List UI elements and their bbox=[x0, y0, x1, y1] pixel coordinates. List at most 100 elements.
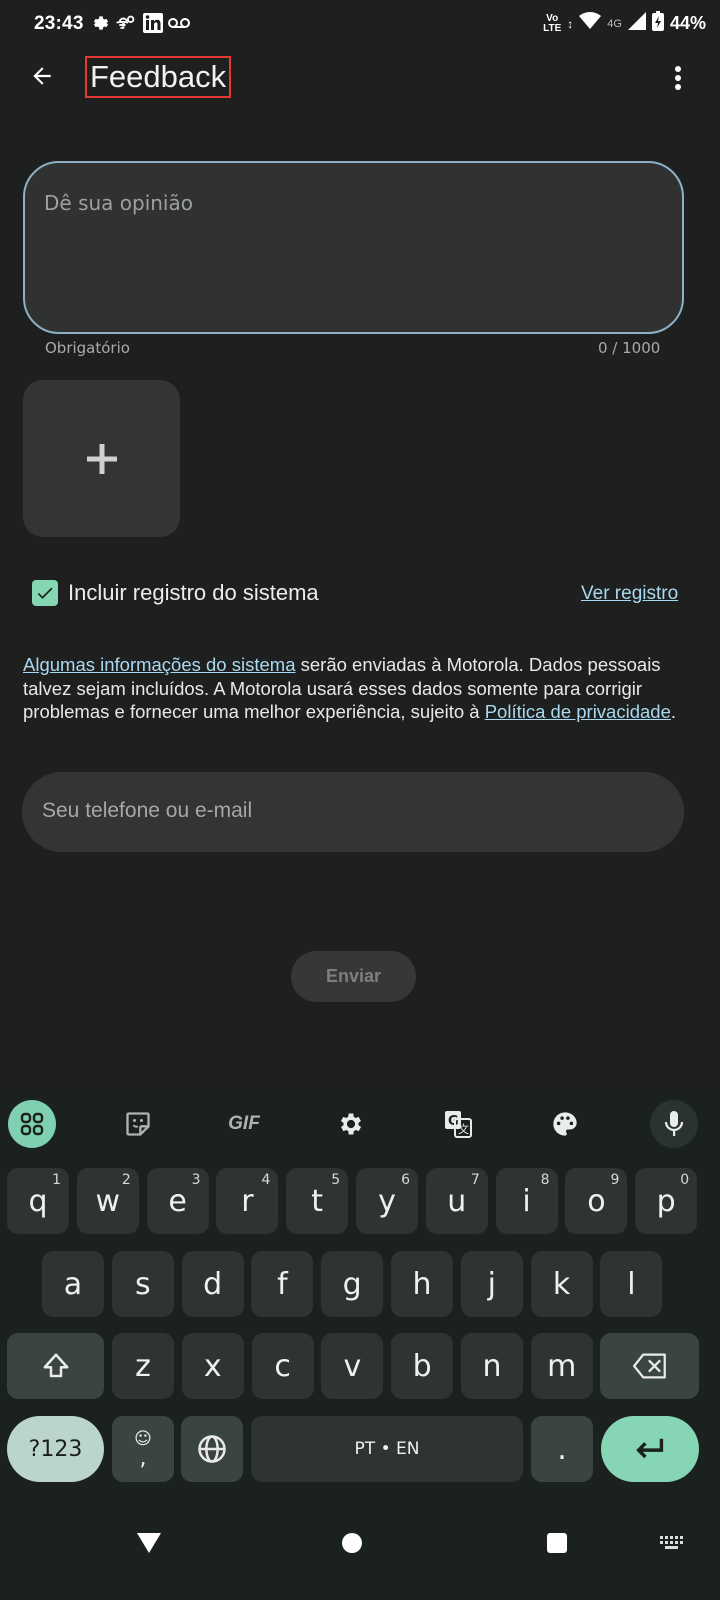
volte-indicator: Vo LTE bbox=[543, 12, 562, 34]
mic-icon bbox=[664, 1111, 684, 1136]
system-info-link[interactable]: Algumas informações do sistema bbox=[23, 654, 295, 675]
network-type: 4G bbox=[607, 17, 622, 30]
feedback-textarea[interactable]: Dê sua opinião bbox=[23, 161, 684, 334]
enter-key[interactable] bbox=[601, 1416, 699, 1482]
key-label: w bbox=[95, 1183, 121, 1219]
comma-label: , bbox=[139, 1446, 147, 1471]
keyboard: GIF G文 q1w2e3r4t5y6u7i8o9p0 asdfghjkl zx… bbox=[0, 1094, 720, 1600]
key-n[interactable]: n bbox=[461, 1333, 523, 1399]
nav-back-button[interactable] bbox=[136, 1532, 164, 1556]
back-triangle-icon bbox=[137, 1533, 161, 1553]
privacy-policy-link[interactable]: Política de privacidade bbox=[485, 701, 671, 722]
feedback-placeholder: Dê sua opinião bbox=[44, 191, 193, 215]
key-x[interactable]: x bbox=[181, 1333, 244, 1399]
key-number-hint: 4 bbox=[261, 1172, 271, 1188]
key-m[interactable]: m bbox=[530, 1333, 593, 1399]
key-h[interactable]: h bbox=[391, 1251, 453, 1317]
key-l[interactable]: l bbox=[600, 1251, 663, 1317]
shift-key[interactable] bbox=[7, 1333, 104, 1399]
key-number-hint: 8 bbox=[540, 1172, 550, 1188]
key-label: e bbox=[168, 1183, 187, 1219]
svg-text:文: 文 bbox=[458, 1122, 469, 1136]
key-number-hint: 6 bbox=[401, 1172, 410, 1188]
key-y[interactable]: y6 bbox=[356, 1168, 418, 1234]
settings-icon bbox=[340, 1113, 362, 1135]
key-number-hint: 1 bbox=[52, 1172, 61, 1188]
language-key[interactable] bbox=[181, 1416, 243, 1482]
key-v[interactable]: v bbox=[321, 1333, 384, 1399]
view-log-link[interactable]: Ver registro bbox=[581, 583, 678, 605]
nav-home-button[interactable] bbox=[341, 1532, 365, 1556]
key-g[interactable]: g bbox=[321, 1251, 384, 1317]
key-label: r bbox=[241, 1183, 254, 1219]
translate-icon: G文 bbox=[445, 1111, 472, 1138]
voicemail-icon bbox=[168, 12, 190, 34]
privacy-info-text: Algumas informações do sistema serão env… bbox=[23, 653, 683, 724]
apps-grid-icon bbox=[20, 1112, 44, 1136]
period-key[interactable]: . bbox=[531, 1416, 593, 1482]
palette-icon bbox=[553, 1112, 577, 1136]
system-indicators: Vo LTE ↕ 4G 44% bbox=[543, 11, 706, 36]
key-label: u bbox=[447, 1183, 467, 1219]
keyboard-switch-icon bbox=[660, 1536, 683, 1549]
signal-icon bbox=[627, 12, 646, 35]
key-label: t bbox=[311, 1183, 324, 1219]
symbols-key[interactable]: ?123 bbox=[7, 1416, 104, 1482]
key-s[interactable]: s bbox=[111, 1251, 174, 1317]
key-number-hint: 2 bbox=[121, 1172, 131, 1188]
submit-button[interactable]: Enviar bbox=[291, 951, 416, 1002]
globe-icon bbox=[198, 1435, 226, 1463]
add-attachment-button[interactable] bbox=[23, 380, 180, 537]
key-i[interactable]: i8 bbox=[495, 1168, 558, 1234]
notification-icons: ᯤ bbox=[90, 12, 190, 34]
voice-input-button[interactable] bbox=[650, 1100, 698, 1148]
page-title: Feedback bbox=[85, 56, 232, 98]
key-c[interactable]: c bbox=[251, 1333, 314, 1399]
key-number-hint: 7 bbox=[470, 1172, 480, 1188]
back-button[interactable] bbox=[22, 56, 62, 96]
key-d[interactable]: d bbox=[181, 1251, 244, 1317]
key-e[interactable]: e3 bbox=[146, 1168, 209, 1234]
key-w[interactable]: w2 bbox=[76, 1168, 139, 1234]
battery-percent: 44% bbox=[669, 13, 706, 33]
navigation-bar bbox=[0, 1504, 720, 1600]
key-o[interactable]: o9 bbox=[565, 1168, 628, 1234]
key-number-hint: 3 bbox=[191, 1172, 201, 1188]
key-u[interactable]: u7 bbox=[425, 1168, 488, 1234]
contact-placeholder: Seu telefone ou e-mail bbox=[42, 799, 253, 822]
translate-button[interactable]: G文 bbox=[434, 1100, 482, 1148]
sticker-button[interactable] bbox=[114, 1100, 162, 1148]
apps-grid-button[interactable] bbox=[8, 1100, 56, 1148]
contact-input[interactable]: Seu telefone ou e-mail bbox=[22, 772, 684, 852]
nav-recents-button[interactable] bbox=[546, 1532, 570, 1556]
recents-square-icon bbox=[547, 1533, 567, 1553]
key-q[interactable]: q1 bbox=[7, 1168, 69, 1234]
key-k[interactable]: k bbox=[530, 1251, 593, 1317]
include-log-checkbox[interactable] bbox=[32, 580, 58, 606]
key-r[interactable]: r4 bbox=[216, 1168, 279, 1234]
key-b[interactable]: b bbox=[391, 1333, 454, 1399]
keyboard-settings-button[interactable] bbox=[327, 1100, 375, 1148]
key-p[interactable]: p0 bbox=[635, 1168, 698, 1234]
keyboard-toolbar: GIF G文 bbox=[0, 1094, 720, 1154]
key-number-hint: 9 bbox=[610, 1172, 620, 1188]
key-label: q bbox=[28, 1183, 48, 1219]
key-j[interactable]: j bbox=[460, 1251, 523, 1317]
key-z[interactable]: z bbox=[112, 1333, 174, 1399]
status-bar: 23:43 ᯤ Vo LTE ↕ 4G 44% bbox=[0, 0, 720, 50]
keyboard-switch-button[interactable] bbox=[660, 1536, 686, 1554]
key-label: i bbox=[522, 1183, 531, 1219]
gif-button[interactable]: GIF bbox=[220, 1100, 268, 1148]
key-f[interactable]: f bbox=[251, 1251, 314, 1317]
theme-button[interactable] bbox=[541, 1100, 589, 1148]
space-key[interactable]: PT • EN bbox=[251, 1416, 523, 1482]
key-t[interactable]: t5 bbox=[286, 1168, 349, 1234]
settings-icon bbox=[90, 12, 112, 34]
key-a[interactable]: a bbox=[42, 1251, 104, 1317]
include-log-label[interactable]: Incluir registro do sistema bbox=[68, 580, 319, 606]
emoji-comma-key[interactable]: ☺ , bbox=[112, 1416, 174, 1482]
sticker-icon bbox=[126, 1112, 150, 1136]
more-options-button[interactable] bbox=[666, 58, 690, 98]
more-vert-icon bbox=[675, 66, 681, 90]
backspace-key[interactable] bbox=[600, 1333, 699, 1399]
